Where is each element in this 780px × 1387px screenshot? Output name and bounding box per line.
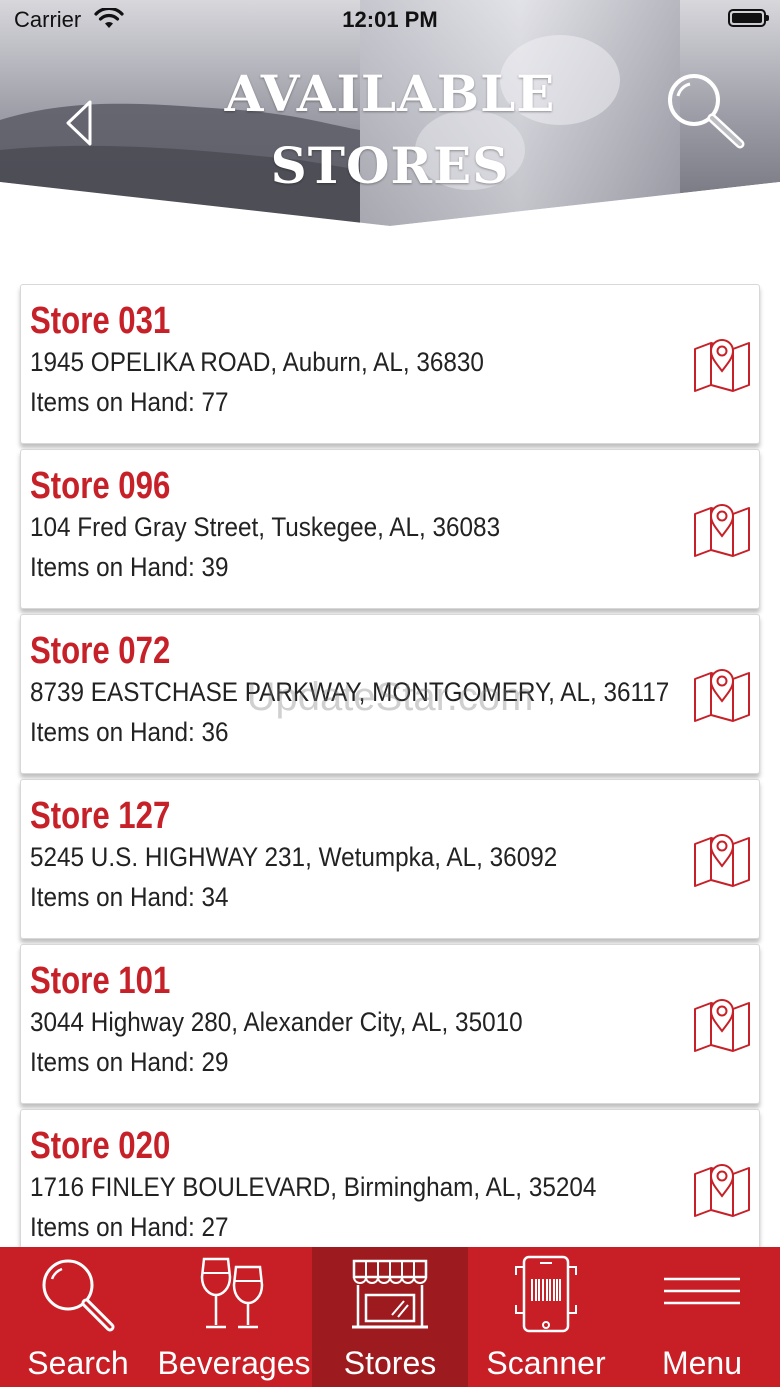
store-address: 5245 U.S. HIGHWAY 231, Wetumpka, AL, 360… [30, 842, 558, 872]
tab-label: Scanner [486, 1345, 606, 1381]
items-on-hand: Items on Hand: 27 [30, 1212, 229, 1242]
items-on-hand: Items on Hand: 34 [30, 882, 229, 912]
map-pin-icon[interactable] [693, 830, 751, 888]
tab-menu[interactable]: Menu [624, 1247, 780, 1387]
wine-glasses-icon [200, 1257, 264, 1329]
page-title-line2: STORES [270, 136, 510, 195]
battery-icon [728, 9, 769, 27]
storefront-icon [352, 1259, 428, 1329]
items-on-hand: Items on Hand: 36 [30, 717, 229, 747]
tab-bar: Search Beverages Stores Scanner Menu [0, 1247, 780, 1387]
search-button[interactable] [664, 70, 748, 154]
status-bar: Carrier 12:01 PM [0, 0, 780, 40]
store-card[interactable]: Store 127 5245 U.S. HIGHWAY 231, Wetumpk… [20, 779, 760, 939]
map-pin-icon[interactable] [693, 335, 751, 393]
page-title-line1: AVAILABLE [224, 64, 556, 123]
tab-beverages[interactable]: Beverages [156, 1247, 312, 1387]
store-address: 1716 FINLEY BOULEVARD, Birmingham, AL, 3… [30, 1172, 597, 1202]
store-name: Store 096 [30, 465, 171, 507]
store-name: Store 031 [30, 300, 171, 342]
store-address: 3044 Highway 280, Alexander City, AL, 35… [30, 1007, 523, 1037]
page-title: AVAILABLE STORES [150, 58, 630, 202]
tab-stores[interactable]: Stores [312, 1247, 468, 1387]
store-card[interactable]: Store 096 104 Fred Gray Street, Tuskegee… [20, 449, 760, 609]
map-pin-icon[interactable] [693, 500, 751, 558]
store-address: 104 Fred Gray Street, Tuskegee, AL, 3608… [30, 512, 501, 542]
store-card[interactable]: Store 031 1945 OPELIKA ROAD, Auburn, AL,… [20, 284, 760, 444]
store-address: 8739 EASTCHASE PARKWAY, MONTGOMERY, AL, … [30, 677, 670, 707]
tab-label: Search [27, 1345, 129, 1381]
tab-search[interactable]: Search [0, 1247, 156, 1387]
store-address: 1945 OPELIKA ROAD, Auburn, AL, 36830 [30, 347, 484, 377]
tab-label: Beverages [157, 1345, 311, 1381]
store-card[interactable]: Store 020 1716 FINLEY BOULEVARD, Birming… [20, 1109, 760, 1269]
back-button[interactable] [60, 98, 100, 148]
items-on-hand: Items on Hand: 39 [30, 552, 229, 582]
store-name: Store 127 [30, 795, 171, 837]
store-name: Store 020 [30, 1125, 171, 1167]
hamburger-icon [664, 1277, 740, 1305]
barcode-phone-icon [515, 1255, 577, 1333]
tab-label: Menu [661, 1345, 743, 1381]
store-card[interactable]: Store 072 8739 EASTCHASE PARKWAY, MONTGO… [20, 614, 760, 774]
header: Carrier 12:01 PM AVAILABLE STORES [0, 0, 780, 230]
items-on-hand: Items on Hand: 77 [30, 387, 229, 417]
store-name: Store 072 [30, 630, 171, 672]
store-name: Store 101 [30, 960, 171, 1002]
clock: 12:01 PM [342, 7, 438, 32]
search-icon [42, 1259, 115, 1332]
tab-label: Stores [343, 1345, 437, 1381]
items-on-hand: Items on Hand: 29 [30, 1047, 229, 1077]
tab-scanner[interactable]: Scanner [468, 1247, 624, 1387]
store-card[interactable]: Store 101 3044 Highway 280, Alexander Ci… [20, 944, 760, 1104]
map-pin-icon[interactable] [693, 665, 751, 723]
map-pin-icon[interactable] [693, 1160, 751, 1218]
map-pin-icon[interactable] [693, 995, 751, 1053]
